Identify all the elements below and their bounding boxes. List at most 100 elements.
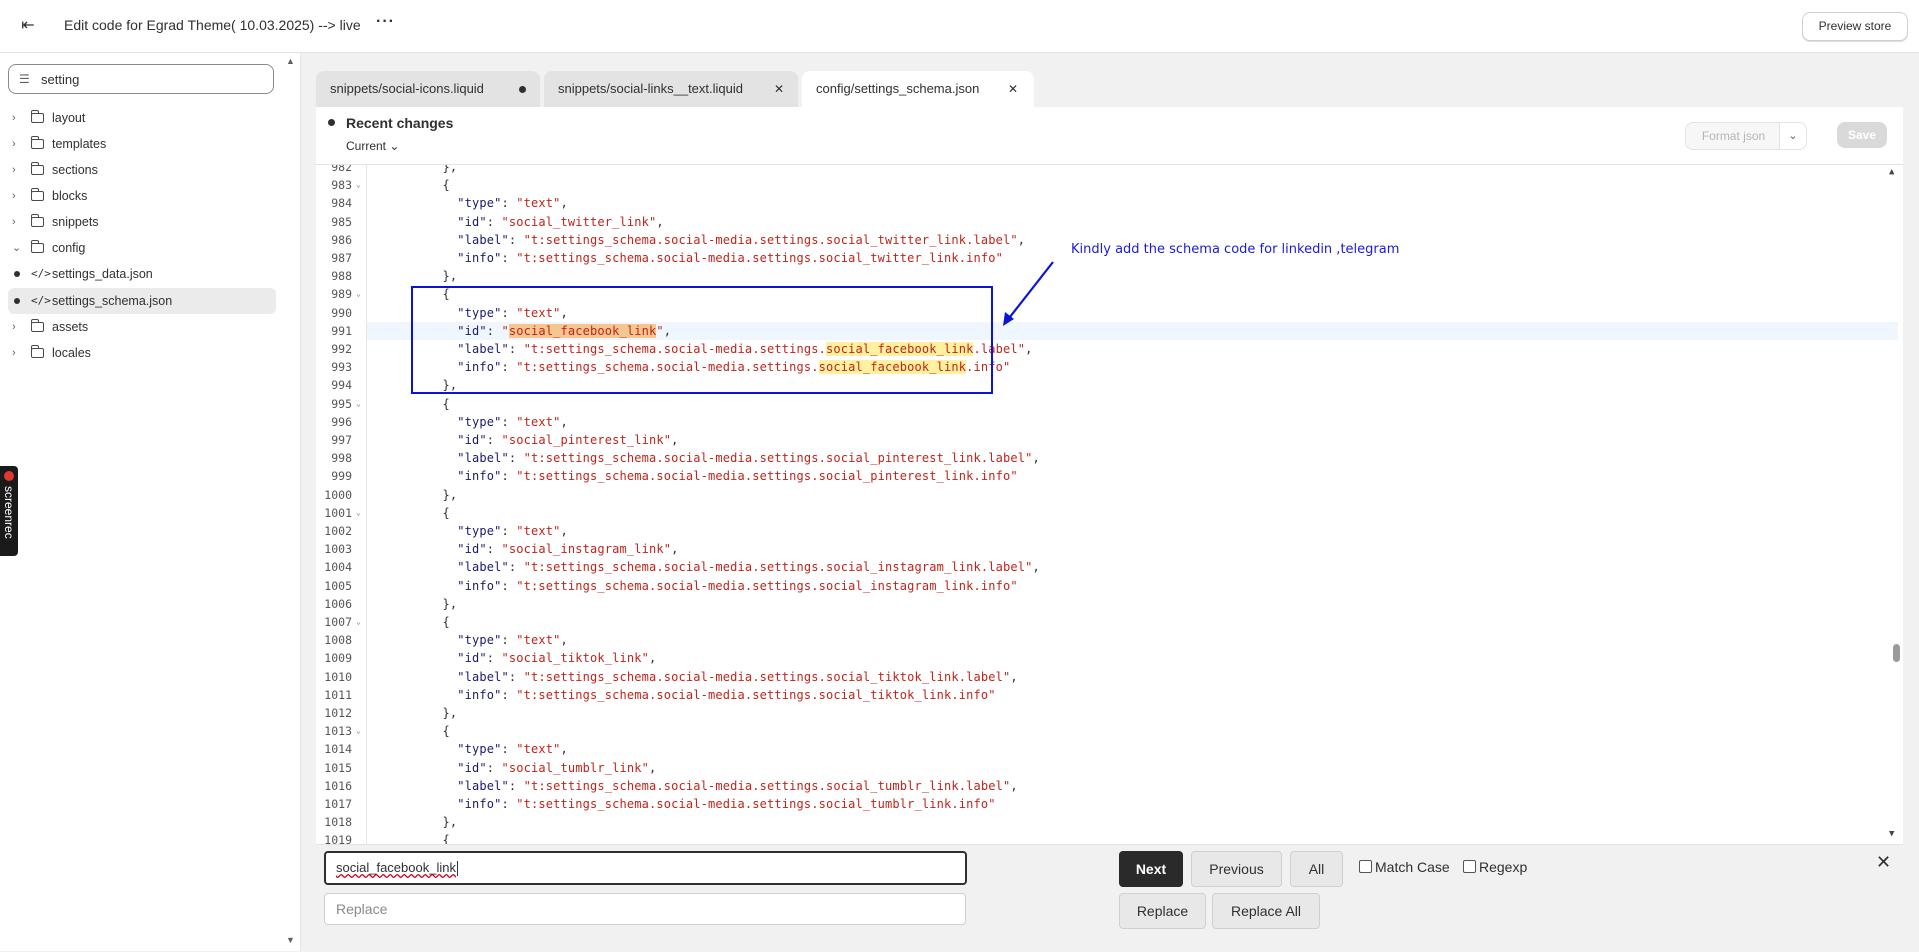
replace-button[interactable]: Replace	[1119, 893, 1206, 929]
line-number: 1003	[324, 542, 352, 557]
screenrec-widget[interactable]: screenrec	[0, 466, 18, 556]
save-button[interactable]: Save	[1837, 122, 1887, 148]
find-replace-bar: social_facebook_link Next Previous All M…	[316, 844, 1903, 952]
find-all-button[interactable]: All	[1290, 851, 1343, 887]
replace-input[interactable]: Replace	[324, 893, 966, 925]
match-case-checkbox[interactable]: Match Case	[1359, 859, 1450, 875]
code-line[interactable]: "label": "t:settings_schema.social-media…	[413, 668, 1018, 686]
code-line[interactable]: },	[413, 267, 457, 285]
code-line[interactable]: "info": "t:settings_schema.social-media.…	[413, 467, 1018, 485]
sidebar-item-config[interactable]: ⌄ config	[8, 235, 276, 261]
find-next-button[interactable]: Next	[1119, 851, 1183, 887]
unsaved-dot-icon[interactable]	[519, 86, 526, 93]
sidebar-item-label: sections	[52, 163, 98, 177]
version-select[interactable]: Current ⌄	[346, 139, 399, 153]
sidebar-item-assets[interactable]: › assets	[8, 314, 276, 340]
code-line[interactable]: "type": "text",	[413, 522, 568, 540]
file-filter-value: setting	[41, 72, 80, 87]
code-line[interactable]: "info": "t:settings_schema.social-media.…	[413, 577, 1018, 595]
code-line[interactable]: "id": "social_tumblr_link",	[413, 759, 656, 777]
code-line[interactable]: },	[413, 486, 457, 504]
sidebar-scroll-down-icon[interactable]: ▼	[286, 935, 295, 945]
tab-social-links-text[interactable]: snippets/social-links__text.liquid ✕	[544, 71, 798, 107]
sidebar-item-locales[interactable]: › locales	[8, 340, 276, 366]
find-previous-button[interactable]: Previous	[1191, 851, 1282, 887]
code-line[interactable]: {	[413, 504, 450, 522]
checkbox-box[interactable]	[1463, 860, 1476, 873]
chevron-down-icon[interactable]: ⌄	[12, 235, 22, 261]
tab-settings-schema[interactable]: config/settings_schema.json ✕	[802, 71, 1034, 107]
code-line[interactable]: {	[413, 831, 450, 844]
fold-chevron-icon[interactable]: ⌄	[356, 176, 361, 194]
scrollbar-thumb[interactable]	[1893, 644, 1900, 662]
code-line[interactable]: "id": "social_twitter_link",	[413, 213, 664, 231]
fold-chevron-icon[interactable]: ⌄	[356, 722, 361, 740]
fold-chevron-icon[interactable]: ⌄	[356, 613, 361, 631]
checkbox-box[interactable]	[1359, 860, 1372, 873]
line-number: 1015	[324, 760, 352, 775]
chevron-right-icon[interactable]: ›	[12, 105, 22, 131]
code-line[interactable]: {	[413, 613, 450, 631]
code-line[interactable]: "info": "t:settings_schema.social-media.…	[413, 795, 996, 813]
sidebar-item-label: config	[52, 241, 86, 255]
format-json-button[interactable]: Format json	[1685, 122, 1782, 150]
line-number: 999	[331, 469, 352, 484]
sidebar-item-sections[interactable]: › sections	[8, 157, 276, 183]
code-area[interactable]: 982 983 ⌄ 984 985 986 987 988 989 ⌄ 990 991 992 993 99…	[316, 165, 1903, 844]
sidebar-item-blocks[interactable]: › blocks	[8, 183, 276, 209]
line-number: 989	[331, 287, 352, 302]
preview-store-button[interactable]: Preview store	[1802, 12, 1908, 41]
replace-all-button[interactable]: Replace All	[1212, 893, 1320, 929]
code-line[interactable]: "type": "text",	[413, 740, 568, 758]
code-line[interactable]: },	[413, 813, 457, 831]
chevron-right-icon[interactable]: ›	[12, 131, 22, 157]
code-line[interactable]: "id": "social_tiktok_link",	[413, 649, 656, 667]
sidebar-item-settings-schema-json[interactable]: </> settings_schema.json	[8, 288, 276, 314]
sidebar-item-settings-data-json[interactable]: </> settings_data.json	[8, 261, 276, 287]
code-line[interactable]: "label": "t:settings_schema.social-media…	[413, 558, 1040, 576]
code-line[interactable]: "info": "t:settings_schema.social-media.…	[413, 249, 1003, 267]
find-input[interactable]: social_facebook_link	[324, 851, 967, 885]
close-icon[interactable]: ✕	[1876, 852, 1891, 873]
chevron-right-icon[interactable]: ›	[12, 340, 22, 366]
fold-chevron-icon[interactable]: ⌄	[356, 285, 361, 303]
sidebar-item-layout[interactable]: › layout	[8, 105, 276, 131]
fold-chevron-icon[interactable]: ⌄	[356, 395, 361, 413]
regexp-checkbox[interactable]: Regexp	[1463, 859, 1527, 875]
code-line[interactable]: "label": "t:settings_schema.social-media…	[413, 231, 1025, 249]
code-line[interactable]: {	[413, 176, 450, 194]
exit-icon[interactable]: ⇤	[16, 14, 40, 38]
code-line[interactable]: "id": "social_pinterest_link",	[413, 431, 679, 449]
code-line[interactable]: },	[413, 595, 457, 613]
recent-changes-title: Recent changes	[346, 115, 454, 131]
scroll-down-icon[interactable]: ▼	[1889, 829, 1894, 839]
code-line[interactable]: },	[413, 165, 457, 176]
tab-social-icons[interactable]: snippets/social-icons.liquid	[316, 71, 540, 107]
close-icon[interactable]: ✕	[774, 71, 784, 107]
code-line[interactable]: "label": "t:settings_schema.social-media…	[413, 777, 1018, 795]
chevron-right-icon[interactable]: ›	[12, 209, 22, 235]
code-line[interactable]: {	[413, 395, 450, 413]
code-line[interactable]: "label": "t:settings_schema.social-media…	[413, 449, 1040, 467]
sidebar-item-snippets[interactable]: › snippets	[8, 209, 276, 235]
sidebar-item-templates[interactable]: › templates	[8, 131, 276, 157]
code-line[interactable]: "id": "social_instagram_link",	[413, 540, 679, 558]
chevron-right-icon[interactable]: ›	[12, 314, 22, 340]
file-filter-input[interactable]: ☰ setting	[8, 64, 274, 94]
close-icon[interactable]: ✕	[1008, 71, 1018, 107]
line-number: 991	[331, 323, 352, 338]
sidebar-scroll-up-icon[interactable]: ▲	[286, 56, 295, 66]
code-line[interactable]: },	[413, 704, 457, 722]
code-line[interactable]: "type": "text",	[413, 194, 568, 212]
fold-chevron-icon[interactable]: ⌄	[356, 504, 361, 522]
code-line[interactable]: "type": "text",	[413, 413, 568, 431]
chevron-right-icon[interactable]: ›	[12, 157, 22, 183]
format-options-chevron-down-icon[interactable]: ⌄	[1779, 122, 1807, 150]
scroll-up-icon[interactable]: ▲	[1889, 167, 1894, 177]
chevron-right-icon[interactable]: ›	[12, 183, 22, 209]
code-line[interactable]: "type": "text",	[413, 631, 568, 649]
code-line[interactable]: "info": "t:settings_schema.social-media.…	[413, 686, 996, 704]
code-line[interactable]: {	[413, 722, 450, 740]
more-actions-button[interactable]: ···	[376, 13, 395, 31]
sidebar-item-label: locales	[52, 346, 91, 360]
